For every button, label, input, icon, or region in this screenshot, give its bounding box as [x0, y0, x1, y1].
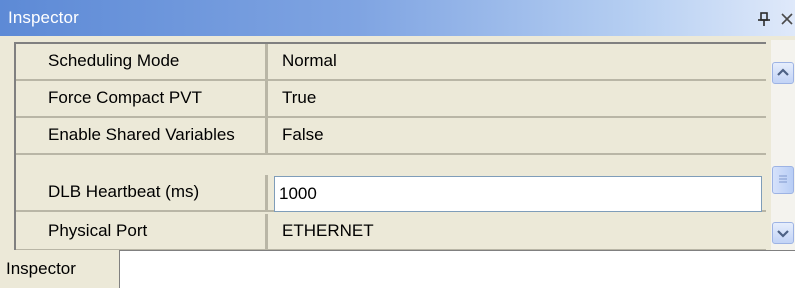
- property-row[interactable]: Enable Shared Variables False: [16, 118, 766, 155]
- property-row[interactable]: Force Compact PVT True: [16, 81, 766, 118]
- property-row[interactable]: Physical Port ETHERNET: [16, 214, 766, 251]
- property-row[interactable]: Scheduling Mode Normal: [16, 44, 766, 81]
- dlb-heartbeat-input[interactable]: [274, 176, 762, 212]
- tab-strip: Inspector: [0, 250, 795, 288]
- property-value[interactable]: False: [270, 118, 766, 153]
- pin-icon[interactable]: [755, 10, 773, 28]
- property-value[interactable]: True: [270, 81, 766, 116]
- property-name: Force Compact PVT: [16, 81, 268, 116]
- title-bar: Inspector: [0, 0, 795, 36]
- property-value[interactable]: Normal: [270, 44, 766, 79]
- scroll-up-button[interactable]: [772, 62, 794, 84]
- property-name: Enable Shared Variables: [16, 118, 268, 153]
- close-icon[interactable]: [779, 11, 795, 27]
- tab-inspector[interactable]: Inspector: [0, 250, 120, 288]
- property-name: Physical Port: [16, 214, 268, 249]
- grip-icon: [779, 175, 787, 183]
- property-value[interactable]: ETHERNET: [270, 214, 766, 249]
- scroll-down-button[interactable]: [772, 222, 794, 244]
- chevron-up-icon: [777, 68, 789, 76]
- chevron-down-icon: [777, 230, 789, 238]
- property-name: DLB Heartbeat (ms): [16, 175, 268, 210]
- vertical-scrollbar[interactable]: [771, 40, 795, 250]
- window-title: Inspector: [8, 8, 79, 27]
- scroll-thumb[interactable]: [772, 166, 794, 194]
- property-name: Scheduling Mode: [16, 44, 268, 79]
